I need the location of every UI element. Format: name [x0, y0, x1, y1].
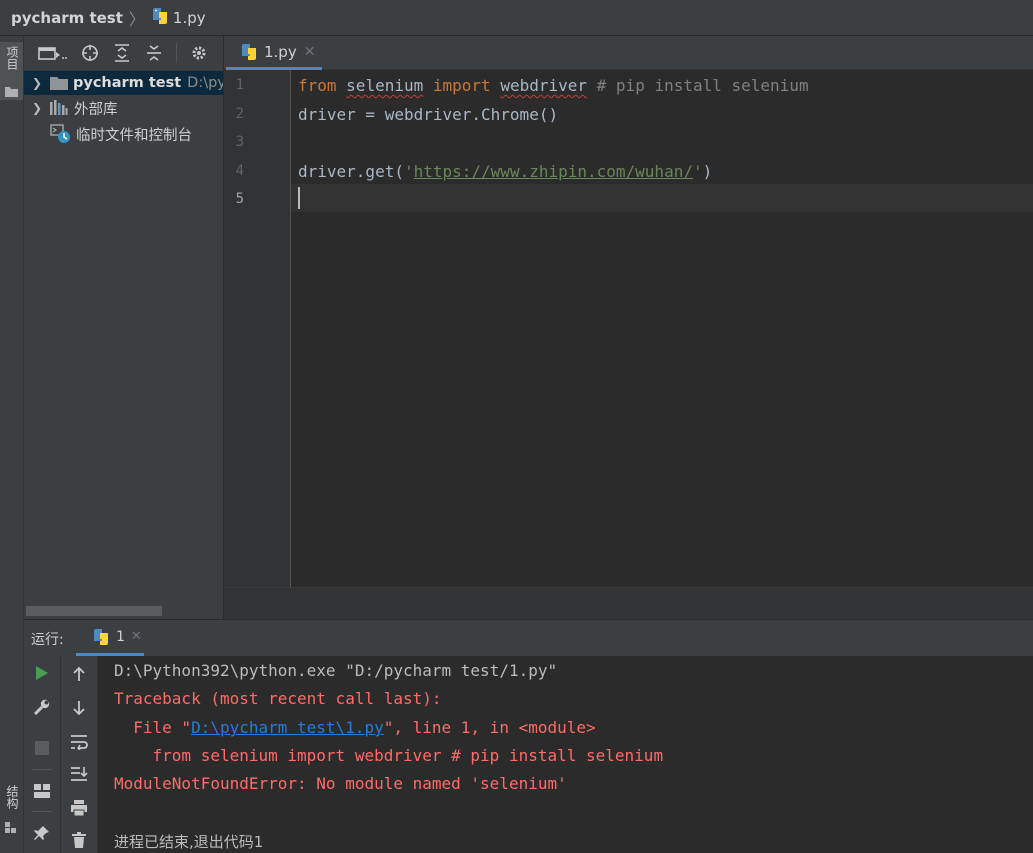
- run-panel-header: 运行: 1 ✕: [24, 619, 1033, 657]
- project-tool-button[interactable]: 项目: [0, 42, 23, 100]
- run-toolbar-right: [61, 656, 98, 853]
- run-tab-label: 1: [116, 628, 125, 645]
- tree-item-label: 临时文件和控制台: [76, 127, 192, 144]
- project-panel: ❯ pycharm test D:\py ❯ 外部库 临时文件和控制台: [24, 36, 223, 619]
- text-caret: [298, 187, 300, 209]
- tab-1-py[interactable]: 1.py ✕: [226, 36, 322, 70]
- close-icon[interactable]: ✕: [131, 629, 142, 644]
- line-number-gutter: 1 2 3 4 5: [224, 70, 291, 587]
- navigation-bar: pycharm test 〉 1.py: [0, 0, 1033, 36]
- project-toolbar: [24, 36, 223, 70]
- structure-tool-label: 结构: [5, 785, 19, 809]
- code-line-1: from selenium import webdriver # pip ins…: [298, 76, 809, 95]
- scratches-icon: [50, 124, 72, 144]
- layout-icon[interactable]: [30, 779, 54, 803]
- run-tab-1[interactable]: 1 ✕: [76, 620, 144, 656]
- breadcrumb-separator: 〉: [128, 9, 145, 29]
- project-tool-label: 项目: [5, 46, 19, 70]
- python-file-icon: [151, 7, 169, 29]
- tree-item-pycharm-test[interactable]: ❯ pycharm test D:\py: [24, 71, 223, 95]
- scroll-to-end-icon[interactable]: [67, 762, 91, 786]
- toolbar-divider: [32, 811, 52, 812]
- structure-icon: [5, 819, 17, 838]
- run-toolbar-left: [24, 656, 61, 853]
- locate-icon[interactable]: [80, 43, 100, 63]
- line-number: 2: [235, 106, 244, 122]
- console-source-line: from selenium import webdriver # pip ins…: [114, 746, 664, 765]
- toolbar-divider: [32, 769, 52, 770]
- line-number-current: 5: [235, 191, 244, 207]
- breadcrumb-file[interactable]: 1.py: [173, 9, 206, 27]
- run-console[interactable]: D:\Python392\python.exe "D:/pycharm test…: [98, 656, 1033, 853]
- print-icon[interactable]: [67, 796, 91, 820]
- stop-icon[interactable]: [30, 736, 54, 760]
- tree-item-path: D:\py: [187, 75, 223, 91]
- line-number: 4: [235, 163, 244, 179]
- structure-tool-button[interactable]: 结构: [0, 781, 23, 841]
- close-icon[interactable]: ✕: [304, 44, 316, 60]
- tab-label: 1.py: [264, 42, 297, 61]
- arrow-down-icon[interactable]: [67, 696, 91, 720]
- chevron-right-icon[interactable]: ❯: [32, 76, 42, 90]
- current-line-highlight: [291, 184, 1033, 212]
- wrench-icon[interactable]: [30, 695, 54, 719]
- soft-wrap-icon[interactable]: [67, 730, 91, 754]
- chevron-right-icon[interactable]: ❯: [32, 101, 42, 115]
- run-label: 运行:: [31, 632, 64, 648]
- tree-item-label: pycharm test: [73, 75, 182, 91]
- toolbar-divider: [176, 43, 177, 63]
- editor-bottom-area: [224, 587, 1033, 620]
- line-number: 3: [235, 134, 244, 150]
- console-command-line: D:\Python392\python.exe "D:/pycharm test…: [114, 661, 558, 680]
- console-traceback-line: Traceback (most recent call last):: [114, 689, 442, 708]
- trash-icon[interactable]: [67, 828, 91, 852]
- collapse-all-icon[interactable]: [144, 43, 164, 63]
- left-tool-stripe: 项目 结构: [0, 36, 24, 853]
- breadcrumb-project[interactable]: pycharm test: [11, 9, 123, 27]
- python-icon: [92, 628, 110, 646]
- pin-icon[interactable]: [30, 821, 54, 845]
- console-exit-line: 进程已结束,退出代码1: [114, 833, 264, 851]
- console-error-line: ModuleNotFoundError: No module named 'se…: [114, 774, 567, 793]
- library-icon: [50, 100, 68, 116]
- code-line-2: driver = webdriver.Chrome(): [298, 105, 559, 124]
- console-file-link[interactable]: D:\pycharm test\1.py: [191, 718, 384, 737]
- tree-item-scratches-consoles[interactable]: 临时文件和控制台: [24, 122, 223, 146]
- select-opened-file-dropdown-icon[interactable]: [38, 43, 68, 63]
- code-line-4: driver.get('https://www.zhipin.com/wuhan…: [298, 162, 713, 181]
- console-file-line: File "D:\pycharm test\1.py", line 1, in …: [114, 718, 596, 737]
- tree-item-external-libraries[interactable]: ❯ 外部库: [24, 96, 223, 120]
- python-file-icon: [240, 43, 258, 61]
- expand-all-icon[interactable]: [112, 43, 132, 63]
- tree-item-label: 外部库: [74, 101, 118, 118]
- gear-icon[interactable]: [189, 43, 209, 63]
- arrow-up-icon[interactable]: [67, 662, 91, 686]
- editor-tab-bar: 1.py ✕: [224, 36, 1033, 70]
- horizontal-scrollbar[interactable]: [26, 606, 162, 616]
- rerun-icon[interactable]: [30, 661, 54, 685]
- project-folder-icon: [5, 82, 18, 101]
- line-number: 1: [235, 77, 244, 93]
- folder-icon: [50, 76, 68, 90]
- code-editor[interactable]: from selenium import webdriver # pip ins…: [291, 70, 1033, 587]
